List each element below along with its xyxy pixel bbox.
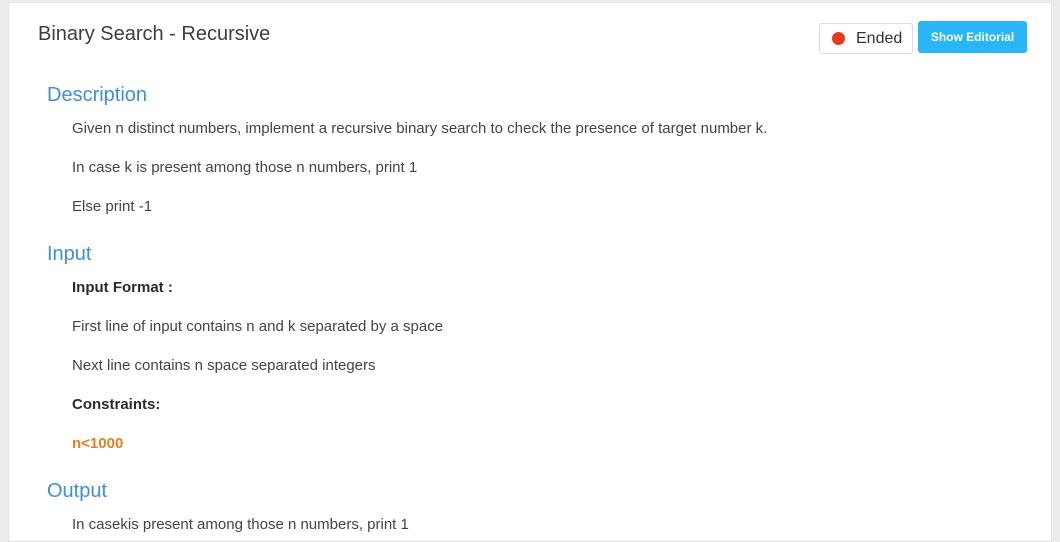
description-line: In case k is present among those n numbe… [72,159,418,176]
description-line: Given n distinct numbers, implement a re… [72,120,768,137]
status-label: Ended [856,29,903,47]
problem-title: Binary Search - Recursive [38,23,271,45]
status-badge: Ended [819,23,913,54]
output-line: In casekis present among those n numbers… [72,516,409,533]
input-heading: Input [47,243,92,265]
status-dot-icon [832,32,845,45]
show-editorial-button[interactable]: Show Editorial [918,21,1027,53]
output-heading: Output [47,480,108,502]
input-format-label: Input Format : [72,279,173,296]
description-line: Else print -1 [72,198,153,215]
constraint-value: n<1000 [72,435,124,452]
input-line: First line of input contains n and k sep… [72,318,444,335]
constraints-label: Constraints: [72,396,161,413]
description-heading: Description [47,84,148,106]
input-line: Next line contains n space separated int… [72,357,376,374]
problem-card: Binary Search - Recursive Ended Show Edi… [8,2,1052,542]
